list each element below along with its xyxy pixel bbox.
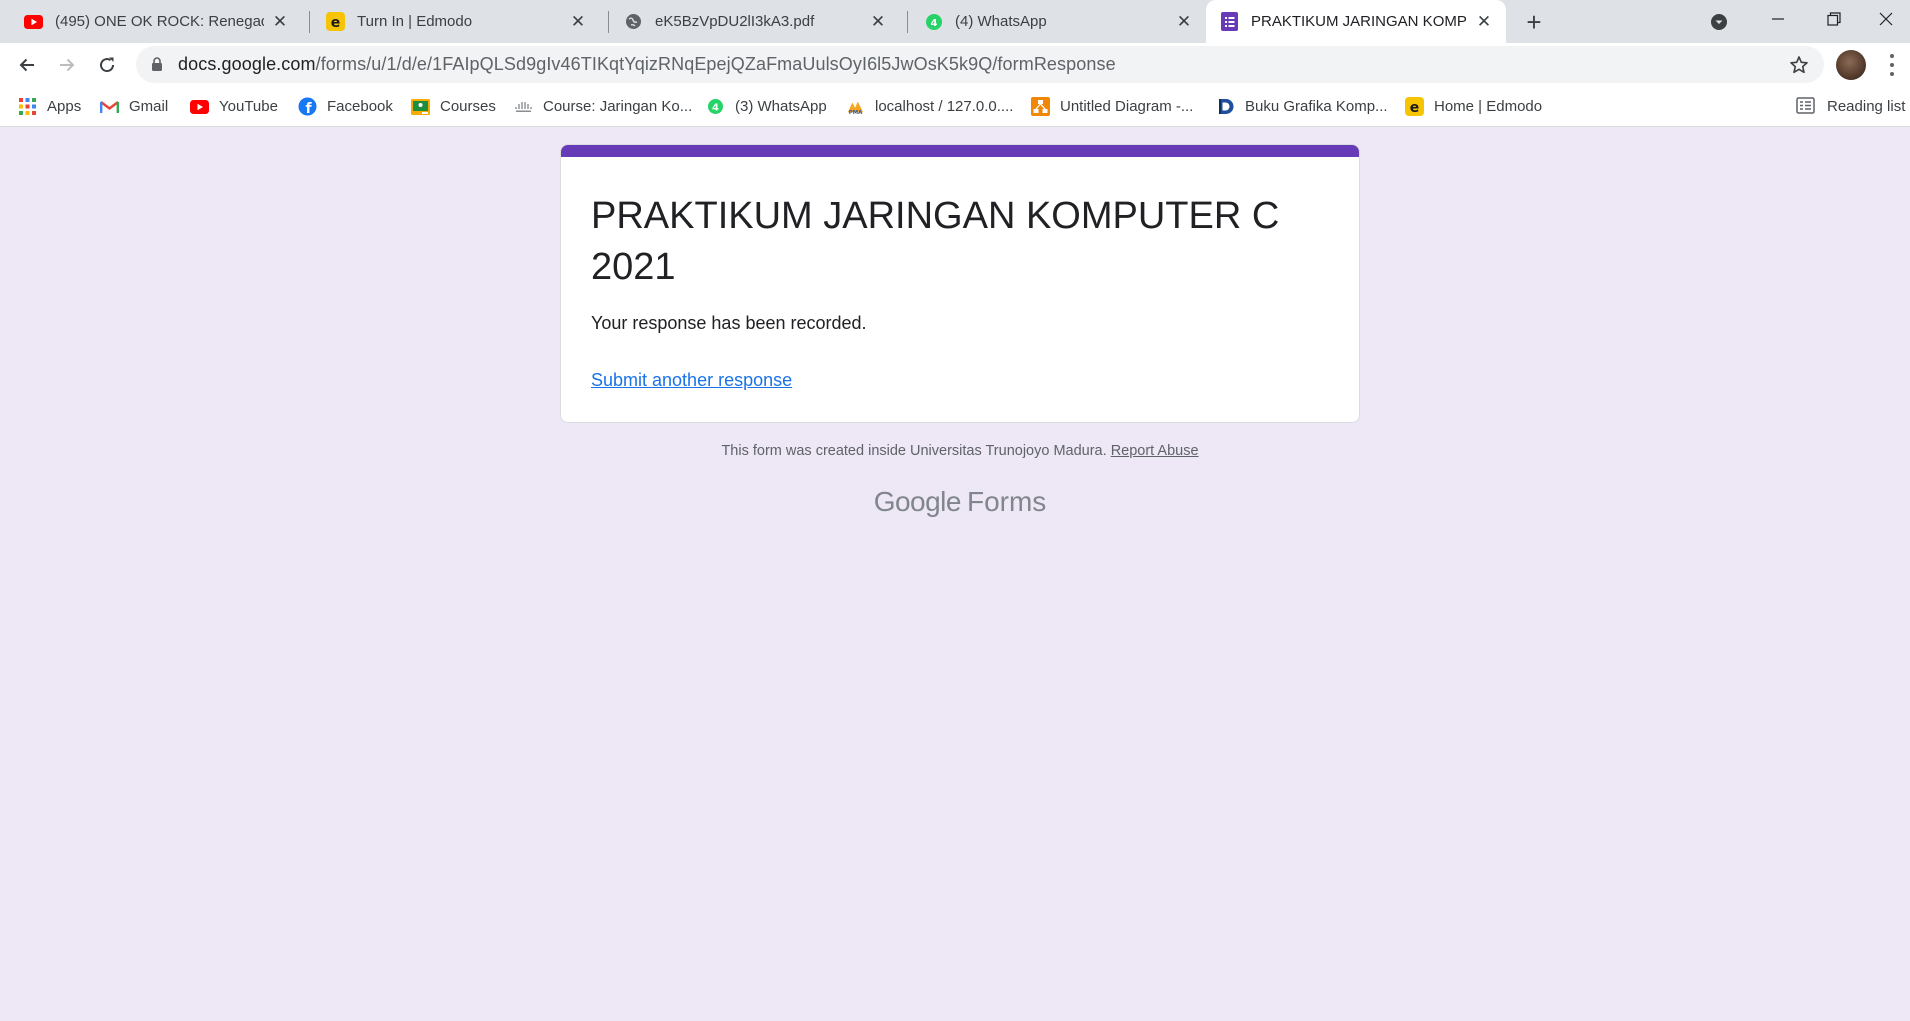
reading-list-label: Reading list: [1827, 98, 1906, 115]
logo-forms-text: Forms: [966, 486, 1047, 517]
lock-icon[interactable]: [150, 57, 164, 73]
edmodo-icon: e: [326, 12, 345, 31]
close-tab-icon[interactable]: ✕: [1174, 12, 1194, 32]
bookmark-youtube[interactable]: YouTube: [190, 86, 278, 127]
profile-avatar[interactable]: [1836, 50, 1866, 80]
browser-toolbar: docs.google.com/forms/u/1/d/e/1FAIpQLSd9…: [0, 43, 1910, 86]
tab-title: eK5BzVpDU2lI3kA3.pdf: [655, 13, 815, 30]
bookmark-course-jaringan[interactable]: Course: Jaringan Ko...: [514, 86, 692, 127]
bookmark-facebook[interactable]: f Facebook: [298, 86, 393, 127]
url-host: docs.google.com: [178, 54, 316, 74]
more-menu-icon[interactable]: [1882, 51, 1902, 79]
bookmark-label: localhost / 127.0.0....: [875, 98, 1014, 115]
footer-text: This form was created inside Universitas…: [721, 443, 1107, 459]
apps-grid-icon: [18, 97, 37, 116]
bookmark-label: Course: Jaringan Ko...: [543, 98, 693, 115]
form-footer: This form was created inside Universitas…: [560, 443, 1360, 459]
whatsapp-icon: 4: [706, 97, 725, 116]
bookmark-label: Untitled Diagram -...: [1060, 98, 1194, 115]
drawio-icon: [1031, 97, 1050, 116]
tab-whatsapp[interactable]: 4 (4) WhatsApp ✕: [900, 0, 1206, 43]
confirmation-message: Your response has been recorded.: [591, 313, 867, 333]
bookmark-localhost[interactable]: PMA localhost / 127.0.0....: [846, 86, 1013, 127]
address-bar[interactable]: docs.google.com/forms/u/1/d/e/1FAIpQLSd9…: [136, 46, 1824, 83]
tab-title: PRAKTIKUM JARINGAN KOMPUTER C 2021: [1251, 13, 1468, 30]
bookmark-label: (3) WhatsApp: [735, 98, 827, 115]
svg-text:e: e: [1410, 100, 1420, 116]
bookmark-gmail[interactable]: Gmail: [100, 86, 168, 127]
bookmark-label: Courses: [440, 98, 496, 115]
close-tab-icon[interactable]: ✕: [1474, 12, 1494, 32]
bookmark-star-icon[interactable]: [1788, 54, 1810, 76]
bookmark-untitled-diagram[interactable]: Untitled Diagram -...: [1031, 86, 1193, 127]
report-abuse-link[interactable]: Report Abuse: [1111, 443, 1199, 459]
form-response-card: PRAKTIKUM JARINGAN KOMPUTER C 2021 Your …: [560, 144, 1360, 423]
bookmark-buku-grafika[interactable]: Buku Grafika Komp...: [1216, 86, 1388, 127]
svg-text:4: 4: [712, 103, 719, 114]
book-d-icon: [1216, 97, 1235, 116]
reading-list-button[interactable]: Reading list: [1796, 86, 1905, 127]
forward-arrow-icon[interactable]: [49, 47, 85, 83]
edmodo-icon: e: [1405, 97, 1424, 116]
tab-youtube[interactable]: (495) ONE OK ROCK: Renegades ✕: [0, 0, 302, 43]
submit-another-response-link[interactable]: Submit another response: [591, 370, 792, 391]
phpmyadmin-icon: PMA: [846, 97, 865, 116]
bookmarks-bar: Apps Gmail YouTube f Facebook Courses Co…: [0, 86, 1910, 127]
bookmark-courses[interactable]: Courses: [411, 86, 496, 127]
bookmark-label: Facebook: [327, 98, 393, 115]
tab-google-forms-active[interactable]: PRAKTIKUM JARINGAN KOMPUTER C 2021 ✕: [1206, 0, 1506, 43]
svg-text:PMA: PMA: [849, 109, 863, 114]
tab-title: (495) ONE OK ROCK: Renegades: [55, 13, 264, 30]
url-text[interactable]: docs.google.com/forms/u/1/d/e/1FAIpQLSd9…: [178, 54, 1116, 75]
minimize-icon[interactable]: [1750, 0, 1806, 38]
svg-text:4: 4: [930, 18, 937, 29]
tab-pdf[interactable]: eK5BzVpDU2lI3kA3.pdf ✕: [600, 0, 900, 43]
logo-google-text: Google: [873, 486, 962, 517]
reload-icon[interactable]: [89, 47, 125, 83]
bookmark-whatsapp[interactable]: 4 (3) WhatsApp: [706, 86, 827, 127]
youtube-icon: [190, 97, 209, 116]
bookmark-label: Buku Grafika Komp...: [1245, 98, 1388, 115]
close-tab-icon[interactable]: ✕: [568, 12, 588, 32]
tab-title: Turn In | Edmodo: [357, 13, 473, 30]
back-arrow-icon[interactable]: [9, 47, 45, 83]
facebook-icon: f: [298, 97, 317, 116]
tab-title: (4) WhatsApp: [955, 13, 1047, 30]
google-forms-icon: [1220, 12, 1239, 31]
bookmark-apps[interactable]: Apps: [18, 86, 81, 127]
reading-list-icon: [1796, 97, 1815, 116]
new-tab-plus-icon[interactable]: +: [1518, 6, 1550, 38]
close-window-icon[interactable]: [1862, 0, 1910, 38]
restore-icon[interactable]: [1806, 0, 1862, 38]
tab-edmodo-turn-in[interactable]: e Turn In | Edmodo ✕: [302, 0, 600, 43]
globe-icon: [624, 12, 643, 31]
google-classroom-icon: [411, 97, 430, 116]
close-tab-icon[interactable]: ✕: [868, 12, 888, 32]
form-title: PRAKTIKUM JARINGAN KOMPUTER C 2021: [591, 195, 1280, 288]
youtube-icon: [24, 12, 43, 31]
bookmark-label: Home | Edmodo: [1434, 98, 1543, 115]
bookmark-home-edmodo[interactable]: e Home | Edmodo: [1405, 86, 1542, 127]
svg-text:f: f: [305, 101, 312, 116]
browser-tab-strip: (495) ONE OK ROCK: Renegades ✕ e Turn In…: [0, 0, 1910, 43]
google-forms-logo[interactable]: Google Forms: [560, 486, 1360, 518]
svg-text:e: e: [331, 15, 341, 31]
cisco-icon: [514, 97, 533, 116]
gmail-icon: [100, 97, 119, 116]
form-accent-bar: [561, 145, 1359, 157]
bookmark-label: Apps: [47, 98, 82, 115]
close-tab-icon[interactable]: ✕: [270, 12, 290, 32]
url-path: /forms/u/1/d/e/1FAIpQLSd9gIv46TIKqtYqizR…: [315, 54, 1116, 74]
bookmark-label: YouTube: [219, 98, 278, 115]
bookmark-label: Gmail: [129, 98, 169, 115]
tab-search-chevron-icon[interactable]: [1706, 9, 1732, 35]
whatsapp-icon: 4: [924, 12, 943, 31]
